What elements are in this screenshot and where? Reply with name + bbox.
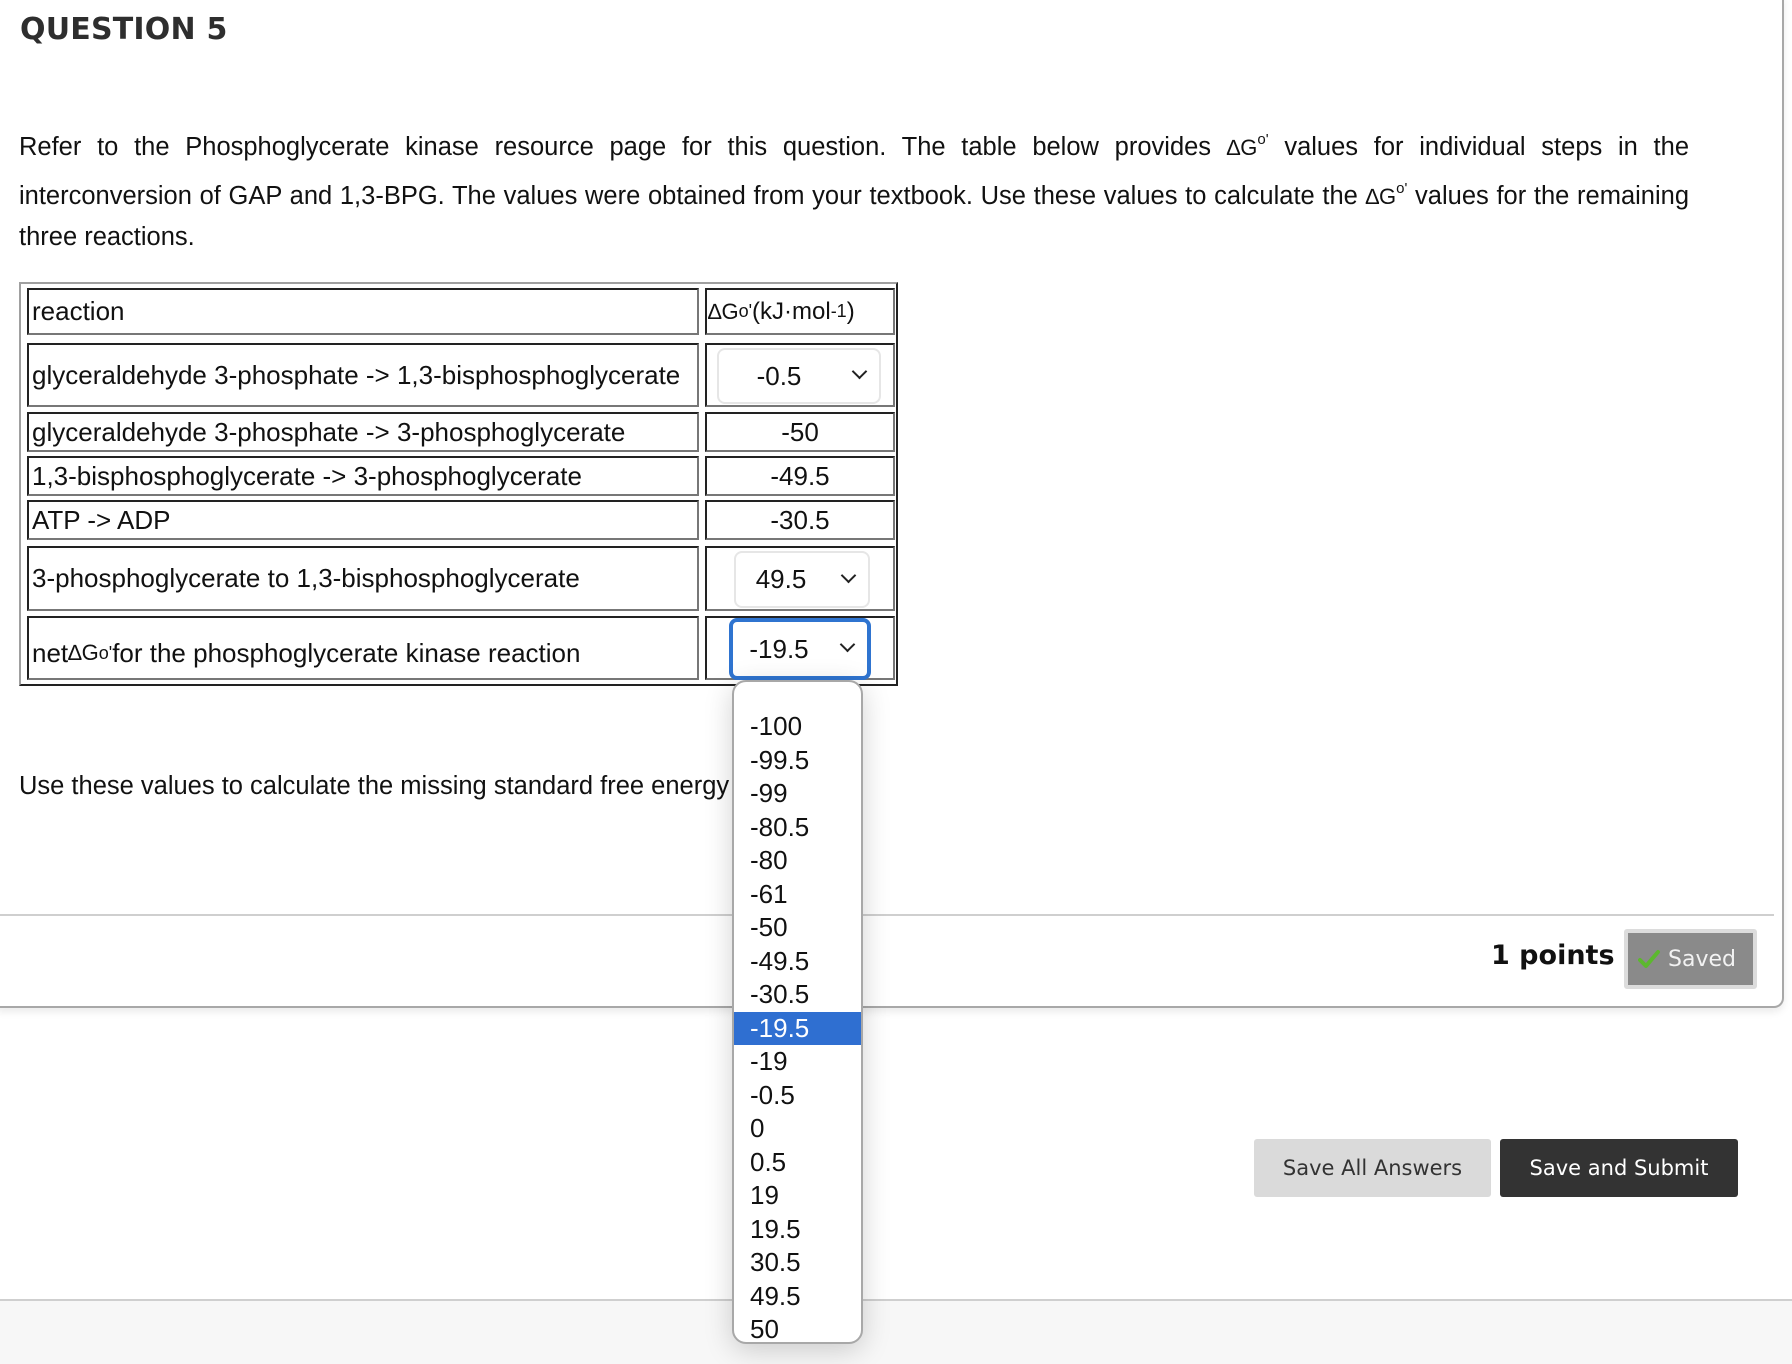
question-text: Refer to the Phosphoglycerate kinase res…	[19, 120, 1689, 258]
dropdown-option[interactable]: -19.5	[734, 1011, 861, 1045]
dropdown-option[interactable]: -30.5	[734, 978, 861, 1012]
chevron-down-icon	[851, 363, 868, 380]
table-row-reaction: glyceraldehyde 3-phosphate -> 3-phosphog…	[27, 412, 699, 452]
delta-g-symbol: ∆G	[1226, 135, 1258, 160]
dropdown-option[interactable]: 19.5	[734, 1213, 861, 1247]
header-reaction: reaction	[27, 288, 699, 335]
delta-g-superscript: o'	[1257, 131, 1269, 148]
dropdown-option[interactable]: -50	[734, 911, 861, 945]
checkmark-icon	[1638, 950, 1660, 968]
delta-g-select-row-5[interactable]: 49.5	[734, 551, 870, 608]
answers-table: reaction ∆G o' (kJ·mol -1) glyceraldehyde …	[19, 282, 898, 686]
table-row-value: -30.5	[705, 500, 895, 540]
dropdown-option[interactable]: 0	[734, 1112, 861, 1146]
header-delta-g: ∆G o' (kJ·mol -1)	[705, 288, 895, 335]
reaction-label: for the phosphoglycerate kinase reaction	[112, 637, 581, 668]
table-row-reaction: 3-phosphoglycerate to 1,3-bisphosphoglyc…	[27, 546, 699, 611]
dropdown-option[interactable]: -99.5	[734, 744, 861, 778]
saved-status: Saved	[1624, 929, 1757, 989]
points-label: 1 points	[1491, 940, 1615, 971]
reaction-label: ATP -> ADP	[32, 504, 171, 535]
delta-g-symbol: ∆G	[708, 298, 739, 324]
dropdown-option[interactable]: -61	[734, 878, 861, 912]
delta-g-value: -49.5	[770, 460, 830, 491]
reaction-label: glyceraldehyde 3-phosphate -> 1,3-bispho…	[32, 359, 681, 390]
dropdown-option[interactable]: -80	[734, 844, 861, 878]
dropdown-option[interactable]: 19	[734, 1179, 861, 1213]
table-row-value: -0.5	[705, 343, 895, 407]
question-title: QUESTION 5	[20, 12, 228, 47]
table-row-value: 49.5	[705, 546, 895, 611]
delta-g-symbol: ∆G	[1365, 183, 1397, 209]
delta-g-value: -50	[781, 416, 819, 447]
dropdown-option[interactable]: -0.5	[734, 1079, 861, 1113]
delta-g-superscript: o'	[738, 301, 753, 321]
delta-g-symbol: ∆G	[68, 640, 99, 665]
question-text-part: Refer to the Phosphoglycerate kinase res…	[19, 133, 1227, 161]
chevron-down-icon	[840, 567, 857, 583]
select-value: -0.5	[756, 360, 802, 391]
units-label: (kJ·mol	[752, 297, 831, 325]
delta-g-superscript: o'	[98, 642, 113, 663]
table-row-value: -49.5	[705, 456, 895, 496]
dropdown-options-list[interactable]: -100 -99.5 -99 -80.5 -80 -61 -50 -49.5 -30.5 -19.…	[732, 680, 863, 1344]
units-exponent: -1	[830, 301, 847, 321]
select-value: 49.5	[755, 564, 807, 594]
dropdown-option[interactable]: -19	[734, 1045, 861, 1079]
delta-g-value: -30.5	[770, 504, 830, 535]
dropdown-option[interactable]: 50	[734, 1313, 861, 1342]
instruction-text: Use these values to calculate the missin…	[19, 772, 840, 800]
table-row-reaction: glyceraldehyde 3-phosphate -> 1,3-bispho…	[27, 343, 699, 407]
dropdown-option[interactable]: 0.5	[734, 1146, 861, 1180]
select-value: -19.5	[749, 633, 809, 664]
reaction-label: net	[32, 637, 69, 668]
table-row-reaction: ATP -> ADP	[27, 500, 699, 540]
delta-g-select-row-1[interactable]: -0.5	[717, 348, 881, 404]
dropdown-option[interactable]: -99	[734, 777, 861, 811]
units-close: )	[846, 297, 855, 325]
saved-label: Saved	[1668, 946, 1736, 972]
reaction-label: 1,3-bisphosphoglycerate -> 3-phosphoglyc…	[32, 460, 582, 491]
delta-g-superscript: o'	[1396, 179, 1408, 197]
table-row-reaction: 1,3-bisphosphoglycerate -> 3-phosphoglyc…	[27, 456, 699, 496]
header-reaction-label: reaction	[32, 296, 125, 326]
save-all-answers-button[interactable]: Save All Answers	[1254, 1139, 1491, 1197]
reaction-label: glyceraldehyde 3-phosphate -> 3-phosphog…	[32, 416, 626, 447]
table-row-value: -50	[705, 412, 895, 452]
table-row-reaction: net ∆G o' for the phosphoglycerate kinase…	[27, 616, 699, 680]
reaction-label: 3-phosphoglycerate to 1,3-bisphosphoglyc…	[32, 563, 580, 593]
divider	[0, 914, 1774, 916]
table-row-value: -19.5	[705, 616, 895, 680]
dropdown-option[interactable]: -80.5	[734, 811, 861, 845]
footer	[0, 1301, 1792, 1364]
save-and-submit-button[interactable]: Save and Submit	[1500, 1139, 1738, 1197]
dropdown-option[interactable]: 30.5	[734, 1246, 861, 1280]
dropdown-option[interactable]: -100	[734, 710, 861, 744]
chevron-down-icon	[839, 636, 856, 653]
dropdown-option[interactable]: 49.5	[734, 1280, 861, 1314]
dropdown-option[interactable]: -49.5	[734, 945, 861, 979]
delta-g-select-net[interactable]: -19.5	[729, 618, 871, 680]
